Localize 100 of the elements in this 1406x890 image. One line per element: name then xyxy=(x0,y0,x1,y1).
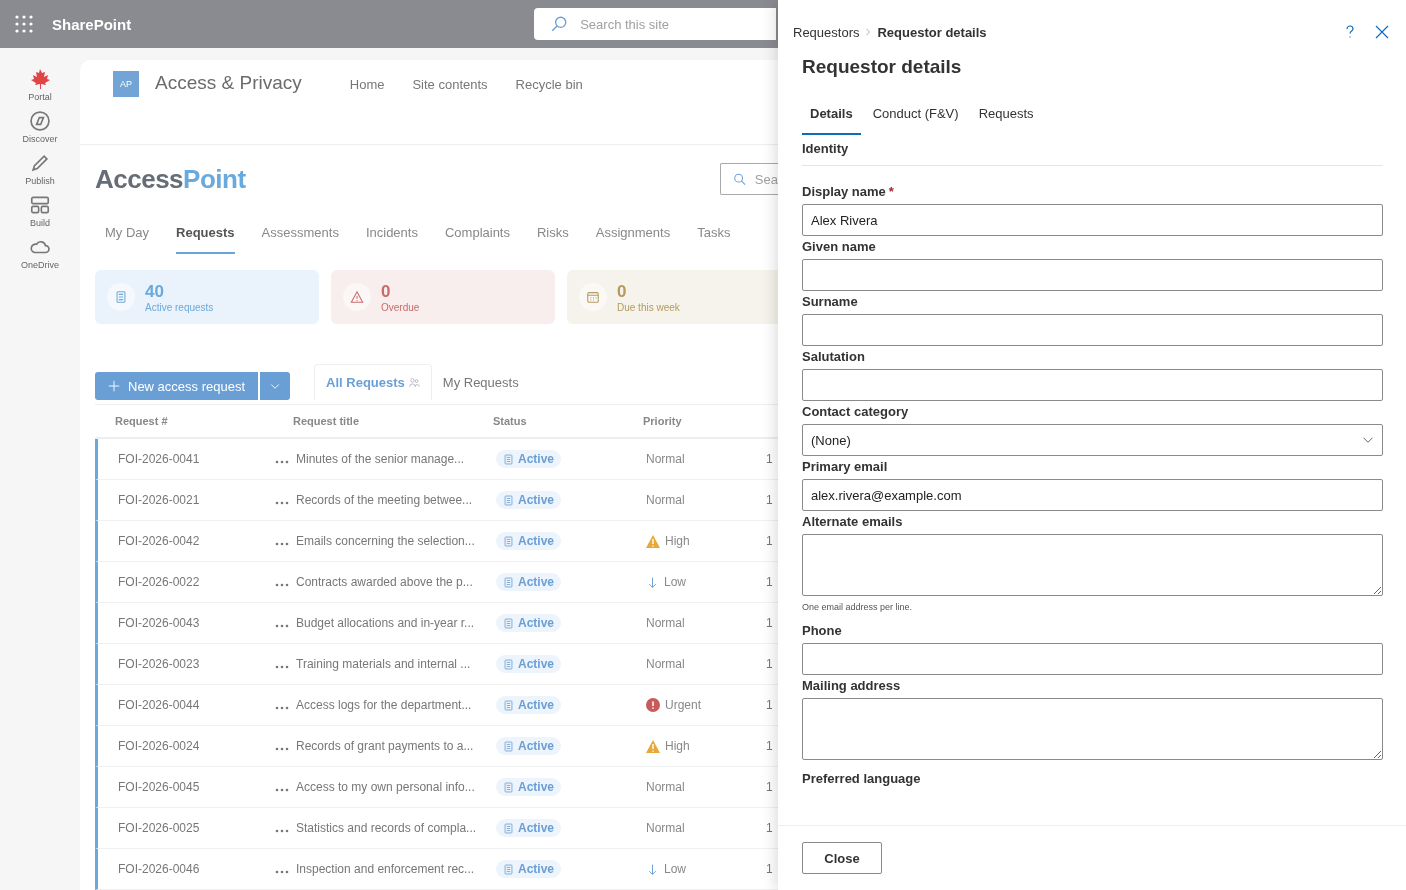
close-button[interactable]: Close xyxy=(802,842,882,874)
breadcrumb-link[interactable]: Requestor details xyxy=(877,24,987,40)
app-launcher-icon[interactable] xyxy=(14,14,34,34)
text-field[interactable] xyxy=(802,314,1383,346)
document-icon xyxy=(503,658,514,670)
table-row[interactable]: FOI-2026-0041 Minutes of the senior manage... Active Normal 1 xyxy=(95,439,778,480)
table-cell-text: 1 xyxy=(766,575,774,589)
text-field[interactable] xyxy=(802,369,1383,401)
more-icon xyxy=(275,541,289,546)
table-row[interactable]: FOI-2026-0042 Emails concerning the selection... Active High 1 xyxy=(95,521,778,562)
priority-label: Normal xyxy=(646,657,686,671)
request-title: Contracts awarded above the p... xyxy=(296,575,474,589)
request-number: FOI-2026-0046 xyxy=(118,862,201,876)
table-row[interactable]: FOI-2026-0025 Statistics and records of compla... Active Normal 1 xyxy=(95,808,778,849)
table-row[interactable]: FOI-2026-0024 Records of grant payments to a... Active High 1 xyxy=(95,726,778,767)
field-label: Given name xyxy=(802,239,877,254)
rail-item[interactable]: Build xyxy=(10,194,70,228)
table-cell-text: 1 xyxy=(766,452,774,466)
status-badge: Active xyxy=(496,696,562,714)
document-icon xyxy=(503,863,514,875)
table-row[interactable]: FOI-2026-0021 Records of the meeting betwee... Active Normal 1 xyxy=(95,480,778,521)
status-badge: Active xyxy=(496,532,562,550)
table-row[interactable]: FOI-2026-0043 Budget allocations and in-year r... Active Normal 1 xyxy=(95,603,778,644)
nav-tab[interactable]: My Day xyxy=(105,225,150,254)
column-header[interactable]: Status xyxy=(493,415,643,427)
table-row[interactable]: FOI-2026-0022 Contracts awarded above the p... Active Low 1 xyxy=(95,562,778,603)
stat-label: Active requests xyxy=(145,301,214,313)
more-icon xyxy=(275,787,289,792)
site-title[interactable]: Access & Privacy xyxy=(155,72,302,94)
table-row[interactable]: FOI-2026-0046 Inspection and enforcement rec... Active Low 1 xyxy=(95,849,778,890)
table-row[interactable]: FOI-2026-0045 Access to my own personal info... Active Normal 1 xyxy=(95,767,778,808)
chevron-right-icon xyxy=(864,28,873,36)
rail-item[interactable]: OneDrive xyxy=(10,236,70,270)
table-cell-text: 1 xyxy=(766,616,774,630)
request-number: FOI-2026-0045 xyxy=(118,780,201,794)
nav-tab[interactable]: Risks xyxy=(537,225,569,254)
warning-icon xyxy=(646,739,660,753)
nav-link[interactable]: Home xyxy=(349,77,385,92)
nav-link[interactable]: Recycle bin xyxy=(515,77,583,92)
table-row[interactable]: FOI-2026-0044 Access logs for the department... Active Urgent 1 xyxy=(95,685,778,726)
request-title: Minutes of the senior manage... xyxy=(296,452,466,466)
document-icon xyxy=(503,453,514,465)
request-number: FOI-2026-0023 xyxy=(118,657,201,671)
stat-value: 0 xyxy=(617,281,628,302)
request-number: FOI-2026-0021 xyxy=(118,493,201,507)
table-cell-text: 1 xyxy=(766,739,774,753)
rail-item[interactable]: Portal xyxy=(10,68,70,102)
field-label: Mailing address xyxy=(802,678,902,693)
breadcrumb-link[interactable]: Requestors xyxy=(793,24,860,40)
text-field[interactable]: alex.rivera@example.com xyxy=(802,479,1383,511)
request-title: Records of grant payments to a... xyxy=(296,739,475,753)
nav-tab[interactable]: Incidents xyxy=(365,225,418,254)
dropdown-button[interactable] xyxy=(259,372,291,400)
view-tab[interactable]: All Requests xyxy=(314,364,432,400)
panel-tab[interactable]: Details xyxy=(802,100,861,135)
document-icon xyxy=(503,576,514,588)
request-number: FOI-2026-0022 xyxy=(118,575,201,589)
text-field[interactable]: Alex Rivera xyxy=(802,204,1383,236)
panel-tab[interactable]: Conduct (F&V) xyxy=(864,100,967,135)
table-row[interactable]: FOI-2026-0023 Training materials and internal ... Active Normal 1 xyxy=(95,644,778,685)
request-title: Inspection and enforcement rec... xyxy=(296,862,476,876)
request-title: Budget allocations and in-year r... xyxy=(296,616,476,630)
text-area[interactable] xyxy=(802,698,1383,760)
text-area[interactable] xyxy=(802,534,1383,596)
field-label: Display name * xyxy=(802,184,895,199)
new-request-button[interactable]: New access request xyxy=(95,372,259,400)
arrow-down-icon xyxy=(646,862,659,876)
nav-tab[interactable]: Tasks xyxy=(697,225,731,254)
document-icon xyxy=(503,781,514,793)
priority-label: Normal xyxy=(646,821,686,835)
column-header[interactable]: Request title xyxy=(293,415,493,427)
request-number: FOI-2026-0041 xyxy=(118,452,201,466)
request-number: FOI-2026-0044 xyxy=(118,698,201,712)
nav-tab[interactable]: Assignments xyxy=(595,225,671,254)
table-cell-text: 1 xyxy=(766,493,774,507)
rail-item[interactable]: Publish xyxy=(10,152,70,186)
column-header[interactable]: Priority xyxy=(643,415,763,427)
priority-label: Normal xyxy=(646,780,686,794)
panel-tab[interactable]: Requests xyxy=(970,100,1042,135)
search-field[interactable]: Search this site xyxy=(534,8,777,40)
nav-tab[interactable]: Requests xyxy=(176,225,235,254)
text-field[interactable] xyxy=(802,643,1383,675)
dropdown-field[interactable]: (None) xyxy=(802,424,1383,456)
priority-label: Normal xyxy=(646,452,686,466)
maple-leaf-icon xyxy=(29,68,51,90)
nav-link[interactable]: Site contents xyxy=(412,77,488,92)
view-tab[interactable]: My Requests xyxy=(431,364,530,400)
priority-label: High xyxy=(646,739,766,753)
nav-tab[interactable]: Complaints xyxy=(444,225,510,254)
app-name[interactable]: SharePoint xyxy=(52,15,132,33)
document-icon xyxy=(503,494,514,506)
priority-label: Normal xyxy=(646,493,686,507)
rail-item[interactable]: Discover xyxy=(10,110,70,144)
column-header[interactable]: Request # xyxy=(115,415,265,427)
more-icon xyxy=(275,705,289,710)
more-icon xyxy=(275,623,289,628)
field-label: Alternate emails xyxy=(802,514,904,529)
status-badge: Active xyxy=(496,860,562,878)
text-field[interactable] xyxy=(802,259,1383,291)
nav-tab[interactable]: Assessments xyxy=(261,225,339,254)
